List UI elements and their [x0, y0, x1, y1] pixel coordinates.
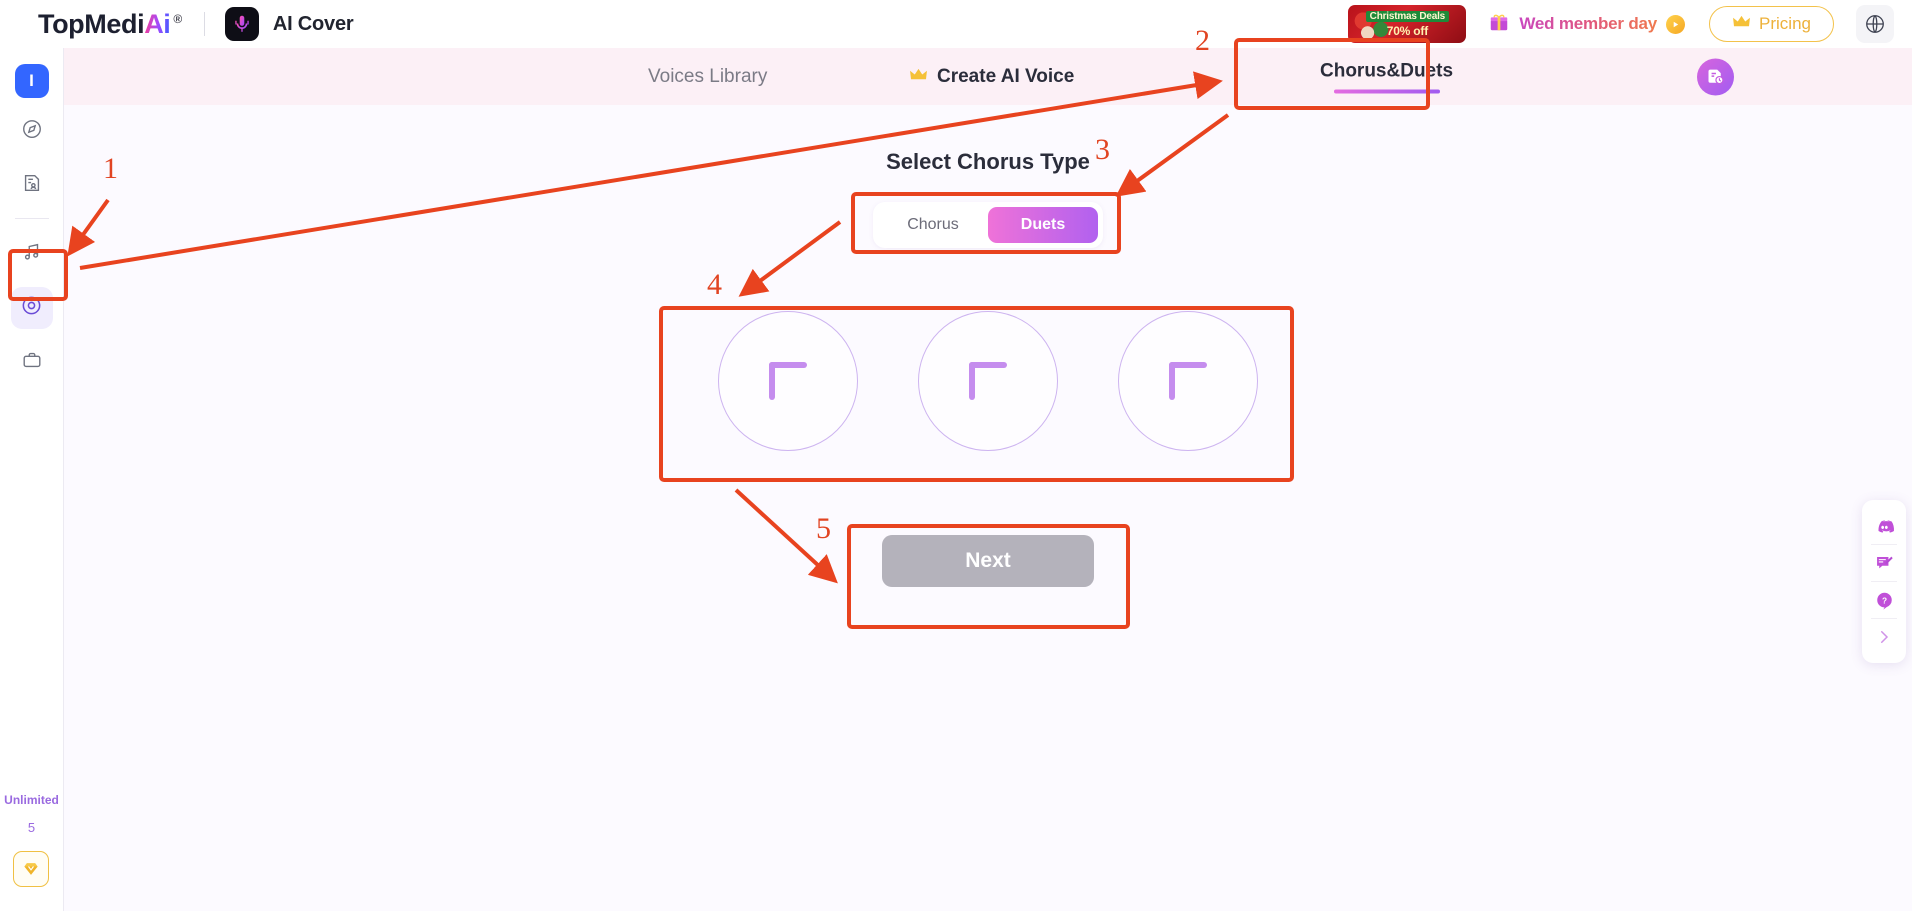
microphone-icon	[224, 7, 259, 41]
feature-nav-bar: Voices Library Create AI Voice Chorus&Du…	[64, 48, 1912, 105]
sidebar-footer: Unlimited 5	[4, 793, 59, 911]
voice-slot-1[interactable]	[718, 311, 858, 451]
history-document-icon[interactable]	[1697, 58, 1734, 95]
document-person-icon	[21, 172, 43, 199]
nav-tab-chorus-duets[interactable]: Chorus&Duets	[1320, 60, 1453, 93]
help-question-icon[interactable]: ?	[1867, 582, 1901, 618]
sidebar-item-chorus-duets[interactable]	[10, 287, 53, 329]
sidebar-item-explore[interactable]	[11, 110, 53, 152]
page-title: Select Chorus Type	[886, 149, 1090, 174]
crown-icon	[909, 66, 928, 88]
plus-icon	[1169, 362, 1207, 400]
brand-divider	[203, 12, 205, 36]
brand-name: TopMediAi ®	[38, 8, 182, 39]
plus-icon	[969, 362, 1007, 400]
brand-logo[interactable]: TopMediAi ®	[38, 9, 182, 40]
top-bar-actions: Christmas Deals 70% off Wed member day P…	[1348, 5, 1894, 43]
active-tab-underline	[1333, 89, 1440, 93]
christmas-promo-banner[interactable]: Christmas Deals 70% off	[1348, 5, 1467, 43]
avatar[interactable]: I	[14, 64, 49, 98]
next-button[interactable]: Next	[882, 535, 1094, 587]
feedback-icon[interactable]	[1867, 545, 1901, 581]
sidebar-divider	[14, 218, 49, 219]
nav-tab-label: Chorus&Duets	[1320, 60, 1454, 81]
main-content: Select Chorus Type Chorus Duets Next	[64, 105, 1912, 911]
member-day-button[interactable]: Wed member day	[1488, 11, 1686, 38]
pricing-button[interactable]: Pricing	[1709, 6, 1834, 42]
registered-mark: ®	[173, 11, 182, 26]
top-bar: TopMediAi ® AI Cover Christmas Deals 70% …	[0, 0, 1912, 48]
gem-icon[interactable]	[13, 851, 50, 887]
nav-tab-create-ai-voice[interactable]: Create AI Voice	[909, 66, 1074, 88]
sidebar-item-workspace[interactable]	[11, 341, 53, 383]
crown-icon	[1732, 14, 1751, 34]
nav-tab-label: Voices Library	[648, 65, 768, 87]
gift-icon	[1488, 11, 1510, 38]
collapse-chevron-icon[interactable]	[1867, 619, 1901, 655]
chorus-type-toggle: Chorus Duets	[873, 202, 1103, 248]
discord-icon[interactable]	[1867, 508, 1901, 544]
credits-count: 5	[27, 820, 36, 835]
voice-slot-3[interactable]	[1118, 311, 1258, 451]
nav-tab-voices-library[interactable]: Voices Library	[648, 66, 767, 88]
app-root: TopMediAi ® AI Cover Christmas Deals 70% …	[0, 0, 1912, 911]
voice-slot-2[interactable]	[918, 311, 1058, 451]
sidebar-item-voice-projects[interactable]	[11, 164, 53, 206]
plan-label: Unlimited	[4, 793, 59, 807]
vinyl-disc-icon	[20, 294, 43, 322]
page-app-title: AI Cover	[272, 12, 354, 35]
sidebar-item-music[interactable]	[11, 233, 53, 275]
briefcase-icon	[21, 349, 43, 376]
music-note-icon	[21, 241, 43, 268]
pricing-label: Pricing	[1759, 14, 1811, 33]
svg-text:?: ?	[1881, 595, 1886, 605]
play-icon	[1666, 14, 1686, 34]
left-sidebar: I Unlimited 5	[0, 48, 64, 911]
nav-tab-label: Create AI Voice	[937, 65, 1075, 87]
promo-line-2: 70% off	[1386, 23, 1428, 38]
explore-icon	[21, 118, 43, 145]
toggle-option-chorus[interactable]: Chorus	[878, 207, 988, 243]
voice-slots-group	[718, 311, 1258, 451]
promo-line-1: Christmas Deals	[1365, 10, 1450, 22]
right-side-dock: ?	[1862, 500, 1906, 663]
toggle-option-duets[interactable]: Duets	[988, 207, 1098, 243]
globe-icon[interactable]	[1856, 5, 1894, 43]
plus-icon	[769, 362, 807, 400]
member-day-label: Wed member day	[1519, 14, 1658, 33]
brand-name-accent: Ai	[144, 8, 171, 39]
